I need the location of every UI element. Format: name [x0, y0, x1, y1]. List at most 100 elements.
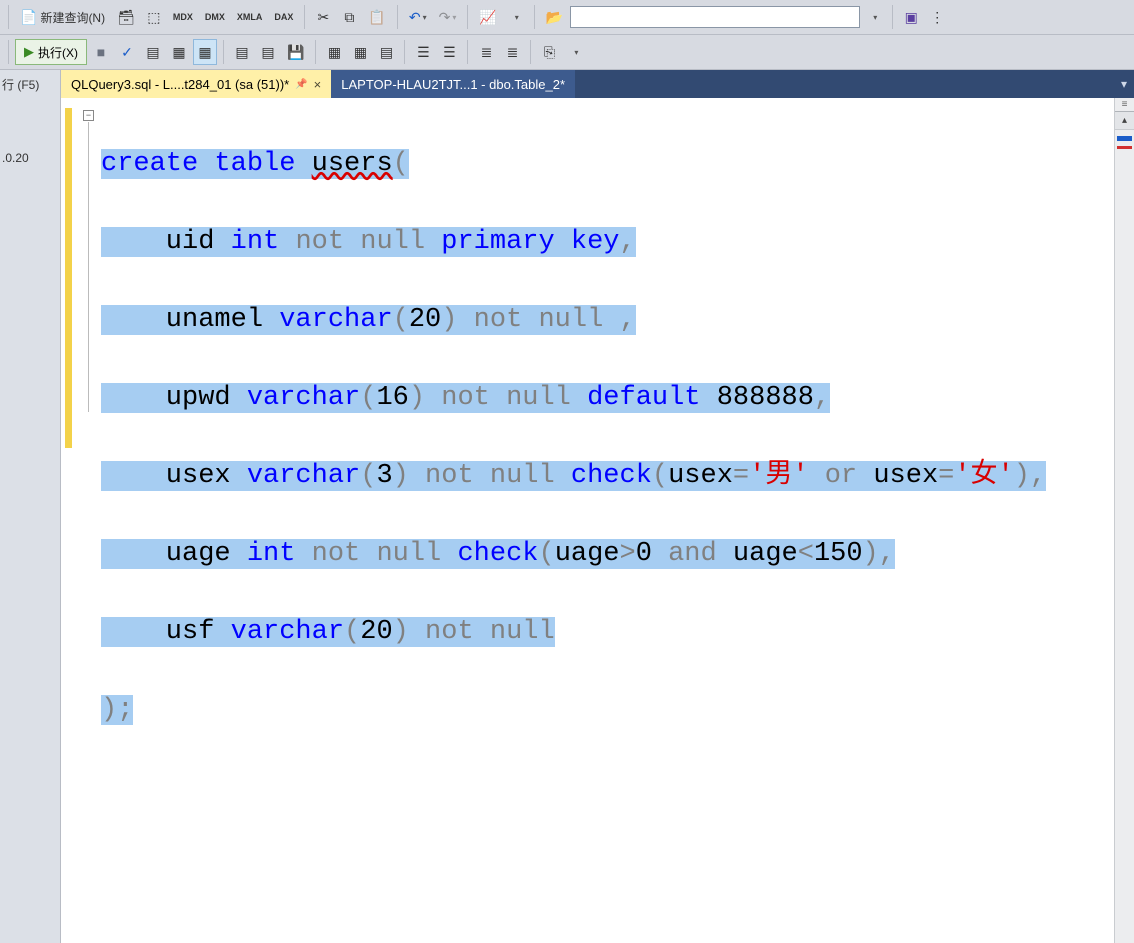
icon-e: ▦ [354, 45, 367, 59]
code-line: usex varchar(3) not null check(usex='男' … [101, 457, 1114, 496]
chart-icon: 📈 [479, 10, 496, 24]
copy-button[interactable]: ⧉ [337, 4, 361, 30]
dropdown-icon: ▾ [574, 48, 578, 57]
vertical-scrollbar[interactable]: ≡ ▴ [1114, 98, 1134, 943]
code-line: upwd varchar(16) not null default 888888… [101, 379, 1114, 418]
separator [467, 40, 468, 64]
indent-button[interactable]: ☰ [411, 39, 435, 65]
dax-label: DAX [274, 12, 293, 22]
tab-active[interactable]: QLQuery3.sql - L....t284_01 (sa (51))* 📌… [61, 70, 331, 98]
outdent-button[interactable]: ☰ [437, 39, 461, 65]
dropdown-button[interactable]: ▾ [504, 4, 528, 30]
scroll-up-button[interactable]: ▴ [1115, 112, 1134, 130]
tab-inactive-label: LAPTOP-HLAU2TJT...1 - dbo.Table_2* [341, 77, 565, 92]
overflow-icon: ⋮ [930, 10, 944, 24]
separator [530, 40, 531, 64]
separator [397, 5, 398, 29]
overflow-button[interactable]: ⋮ [925, 4, 949, 30]
tabs-menu-button[interactable]: ▾ [1114, 77, 1134, 91]
stop-icon: ■ [97, 45, 105, 59]
object-explorer-pane[interactable]: 行 (F5) .0.20 [0, 70, 61, 943]
search-drop-button[interactable]: ▾ [862, 4, 886, 30]
code-line: create table users( [101, 145, 1114, 184]
search-input[interactable] [570, 6, 860, 28]
folder-button[interactable]: 📂 [541, 4, 568, 30]
new-query-button[interactable]: 📄 新建查询(N) [15, 4, 110, 30]
sqlcmd-icon: ⎘ [544, 45, 555, 59]
code-area[interactable]: create table users( uid int not null pri… [101, 98, 1114, 943]
separator [8, 40, 9, 64]
plan-button[interactable]: ▤ [141, 39, 165, 65]
icon-b: ▤ [261, 45, 274, 59]
redo-icon: ↷ [439, 10, 451, 24]
editor-gutter: − [61, 98, 101, 943]
execute-label: 执行(X) [38, 44, 78, 61]
dmx-label: DMX [205, 12, 225, 22]
stop-button[interactable]: ■ [89, 39, 113, 65]
options-button-1[interactable]: ▦ [167, 39, 191, 65]
folder-icon: 📂 [546, 10, 563, 24]
tb-btn-a[interactable]: ▤ [230, 39, 254, 65]
mdx-label: MDX [173, 12, 193, 22]
fold-toggle[interactable]: − [83, 110, 94, 121]
undo-button[interactable]: ↶▾ [404, 4, 432, 30]
separator [304, 5, 305, 29]
separator [404, 40, 405, 64]
scissors-icon: ✂ [318, 10, 330, 24]
code-line: uage int not null check(uage>0 and uage<… [101, 535, 1114, 574]
grid-icon: ▦ [172, 45, 185, 59]
tb-btn-b[interactable]: ▤ [256, 39, 280, 65]
mdx-button[interactable]: MDX [168, 4, 198, 30]
overflow2-button[interactable]: ▾ [563, 39, 587, 65]
comment-button[interactable]: ≣ [474, 39, 498, 65]
cube-icon: ⬚ [147, 10, 160, 24]
xmla-button[interactable]: XMLA [232, 4, 268, 30]
close-icon[interactable]: × [314, 77, 322, 92]
separator [534, 5, 535, 29]
tb-btn-f[interactable]: ▤ [374, 39, 398, 65]
separator [892, 5, 893, 29]
tb-btn-d[interactable]: ▦ [322, 39, 346, 65]
dropdown-icon: ▾ [423, 13, 427, 22]
tb-btn-e[interactable]: ▦ [348, 39, 372, 65]
report-button[interactable]: 📈 [474, 4, 501, 30]
xmla-label: XMLA [237, 12, 263, 22]
file-sql-icon: 📄 [20, 10, 37, 24]
sqlcmd-button[interactable]: ⎘ [537, 39, 561, 65]
dropdown-icon: ▾ [452, 13, 456, 22]
db-query-button[interactable]: 🗃 [112, 4, 140, 30]
redo-button[interactable]: ↷▾ [434, 4, 462, 30]
run-hint-label: 行 (F5) [2, 74, 58, 107]
options-button-2[interactable]: ▦ [193, 39, 217, 65]
db-icon: 🗃 [117, 10, 135, 24]
code-line: uid int not null primary key, [101, 223, 1114, 262]
save-icon: 💾 [287, 45, 304, 59]
vs-icon: ▣ [905, 10, 918, 24]
document-tabs: QLQuery3.sql - L....t284_01 (sa (51))* 📌… [61, 70, 1134, 98]
uncomment-button[interactable]: ≣ [500, 39, 524, 65]
code-line: usf varchar(20) not null [101, 613, 1114, 652]
tab-inactive[interactable]: LAPTOP-HLAU2TJT...1 - dbo.Table_2* [331, 70, 575, 98]
solution-button[interactable]: ▣ [899, 4, 923, 30]
paste-button[interactable]: 📋 [363, 4, 390, 30]
comment-icon: ≣ [481, 45, 493, 59]
dmx-button[interactable]: DMX [200, 4, 230, 30]
parse-button[interactable]: ✓ [115, 39, 139, 65]
code-line: unamel varchar(20) not null , [101, 301, 1114, 340]
copy-icon: ⧉ [344, 10, 354, 24]
cut-button[interactable]: ✂ [311, 4, 335, 30]
outdent-icon: ☰ [443, 45, 456, 59]
dax-button[interactable]: DAX [269, 4, 298, 30]
pin-icon[interactable]: 📌 [295, 79, 307, 90]
change-indicator [65, 108, 72, 448]
icon-d: ▦ [328, 45, 341, 59]
check-icon: ✓ [121, 45, 133, 59]
split-handle[interactable]: ≡ [1115, 98, 1134, 112]
separator [467, 5, 468, 29]
execute-button[interactable]: ▶ 执行(X) [15, 39, 87, 65]
separator [223, 40, 224, 64]
query-toolbar: ▶ 执行(X) ■ ✓ ▤ ▦ ▦ ▤ ▤ 💾 ▦ ▦ ▤ ☰ ☰ ≣ ≣ ⎘ … [0, 35, 1134, 70]
cube-button-1[interactable]: ⬚ [142, 4, 166, 30]
code-editor[interactable]: − create table users( uid int not null p… [61, 98, 1134, 943]
tb-btn-c[interactable]: 💾 [282, 39, 309, 65]
